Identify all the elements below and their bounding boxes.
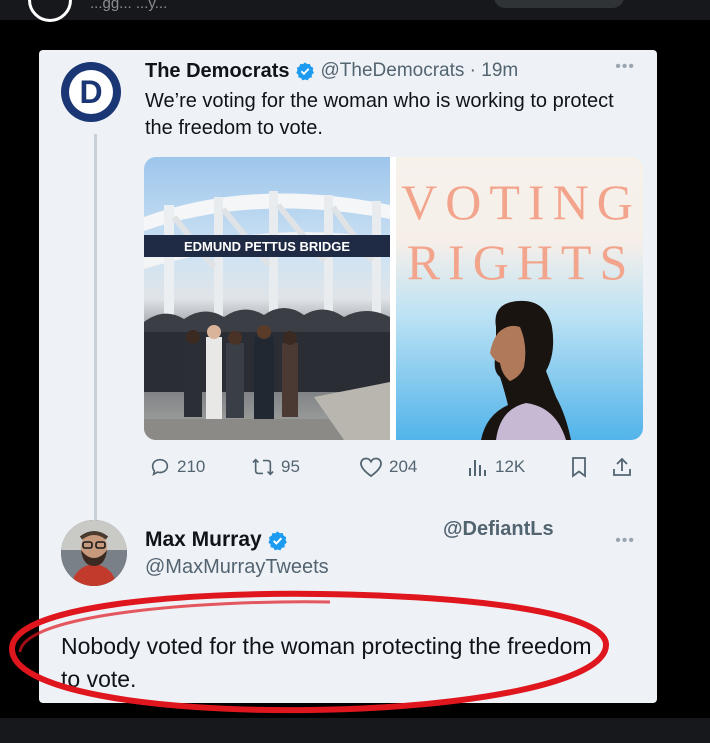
like-icon (360, 457, 382, 478)
top-bar-text: ...gg... ...y... (90, 0, 168, 12)
like-count: 204 (389, 457, 418, 476)
repost-action[interactable]: 95 (251, 453, 300, 481)
views-icon (469, 460, 486, 476)
voting-sign-line2: RIGHTS (407, 234, 636, 290)
like-action[interactable]: 204 (359, 453, 417, 481)
views-action[interactable]: 12K (467, 453, 525, 481)
reply-header: Max Murray (145, 528, 288, 552)
tweet-media[interactable]: EDMUND PETTUS BRIDGE VOTING RIGHTS (144, 157, 643, 440)
tweet-text: We’re voting for the woman who is workin… (145, 90, 614, 139)
avatar-letter: D (79, 74, 103, 110)
tweet-card: D The Democrats @TheDemocrats · 19m ••• … (39, 50, 657, 703)
reply-author-name[interactable]: Max Murray (145, 528, 262, 552)
democrats-avatar[interactable]: D (61, 62, 121, 122)
bridge-sign-text: EDMUND PETTUS BRIDGE (184, 239, 350, 254)
share-button[interactable] (611, 453, 633, 481)
tweet-header: The Democrats @TheDemocrats · 19m (145, 58, 518, 84)
reply-avatar[interactable] (61, 520, 127, 586)
reply-action[interactable]: 210 (149, 453, 205, 481)
verified-badge-icon (267, 530, 288, 551)
harris-photo[interactable]: VOTING RIGHTS (396, 157, 643, 440)
author-name[interactable]: The Democrats (145, 60, 290, 83)
top-bar: ...gg... ...y... (0, 0, 710, 22)
repost-count: 95 (281, 457, 300, 476)
bottom-bar (0, 718, 710, 743)
author-handle-time[interactable]: @TheDemocrats · 19m (321, 60, 519, 82)
reply-text: Nobody voted for the woman protecting th… (61, 633, 592, 692)
views-count: 12K (495, 457, 526, 476)
watermark-text: @DefiantLs (443, 518, 554, 540)
verified-badge-icon (295, 61, 315, 81)
bookmark-button[interactable] (569, 453, 589, 481)
reply-more-icon[interactable]: ••• (615, 532, 635, 550)
voting-sign-line1: VOTING (401, 174, 641, 230)
bridge-photo[interactable]: EDMUND PETTUS BRIDGE (144, 157, 390, 440)
reply-handle[interactable]: @MaxMurrayTweets (145, 556, 329, 579)
more-icon[interactable]: ••• (615, 58, 635, 76)
reply-count: 210 (177, 457, 206, 476)
thread-line (94, 134, 97, 560)
share-icon (613, 457, 631, 476)
repost-icon (252, 458, 274, 476)
top-bar-button[interactable] (494, 0, 624, 8)
tweet-actions: 210 95 204 12K (145, 453, 643, 481)
reply-icon (151, 458, 169, 477)
profile-circle-icon[interactable] (28, 0, 72, 22)
bookmark-icon (572, 457, 586, 478)
